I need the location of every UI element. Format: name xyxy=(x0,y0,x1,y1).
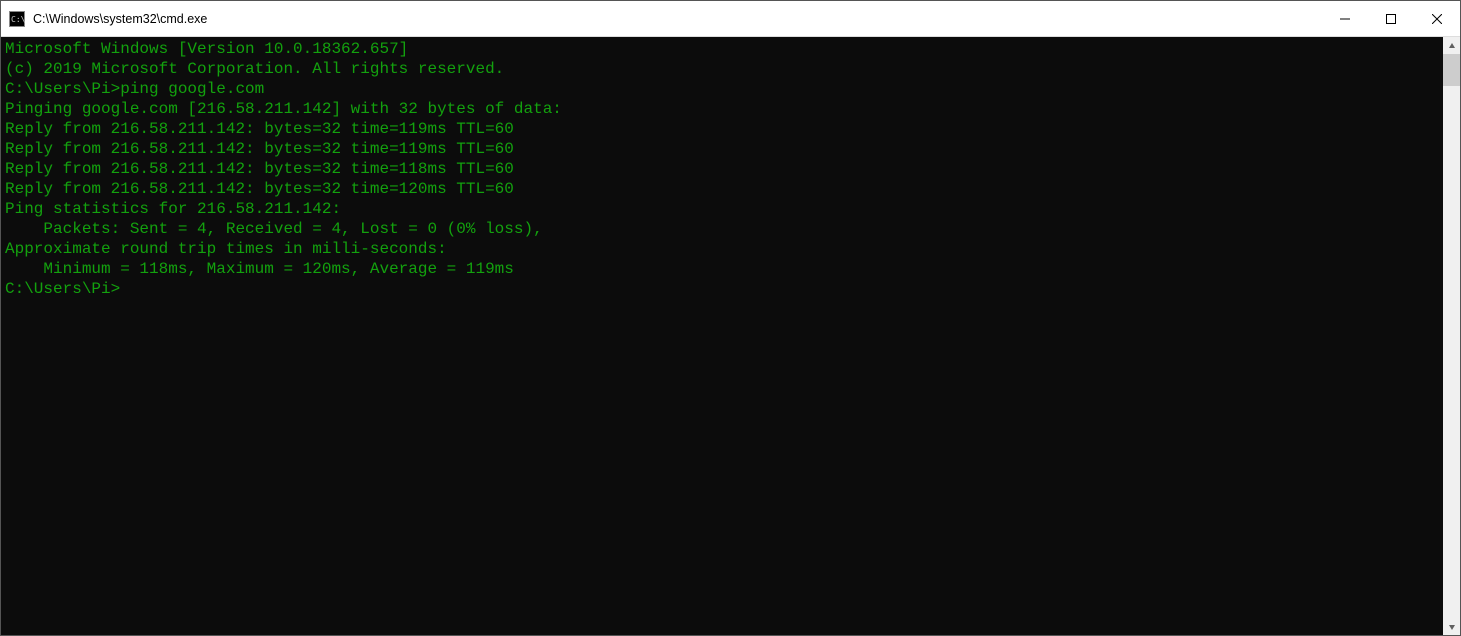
terminal-line: Reply from 216.58.211.142: bytes=32 time… xyxy=(5,139,1439,159)
vertical-scrollbar[interactable] xyxy=(1443,37,1460,635)
scrollbar-track[interactable] xyxy=(1443,54,1460,618)
close-button[interactable] xyxy=(1414,1,1460,37)
terminal-line: Reply from 216.58.211.142: bytes=32 time… xyxy=(5,179,1439,199)
terminal-line: Reply from 216.58.211.142: bytes=32 time… xyxy=(5,159,1439,179)
scrollbar-thumb[interactable] xyxy=(1443,54,1460,86)
scroll-down-button[interactable] xyxy=(1443,618,1460,635)
terminal-line: C:\Users\Pi>ping google.com xyxy=(5,79,1439,99)
terminal-line: Minimum = 118ms, Maximum = 120ms, Averag… xyxy=(5,259,1439,279)
terminal-line: Reply from 216.58.211.142: bytes=32 time… xyxy=(5,119,1439,139)
cmd-icon: C:\ xyxy=(9,11,25,27)
terminal-line: Microsoft Windows [Version 10.0.18362.65… xyxy=(5,39,1439,59)
window-title: C:\Windows\system32\cmd.exe xyxy=(33,12,207,26)
terminal-line: (c) 2019 Microsoft Corporation. All righ… xyxy=(5,59,1439,79)
window-body: Microsoft Windows [Version 10.0.18362.65… xyxy=(1,37,1460,635)
terminal-prompt: C:\Users\Pi> xyxy=(5,279,1439,299)
terminal-line: Packets: Sent = 4, Received = 4, Lost = … xyxy=(5,219,1439,239)
terminal-line: Ping statistics for 216.58.211.142: xyxy=(5,199,1439,219)
maximize-button[interactable] xyxy=(1368,1,1414,37)
minimize-button[interactable] xyxy=(1322,1,1368,37)
scroll-up-button[interactable] xyxy=(1443,37,1460,54)
titlebar[interactable]: C:\ C:\Windows\system32\cmd.exe xyxy=(1,1,1460,37)
terminal-line: Pinging google.com [216.58.211.142] with… xyxy=(5,99,1439,119)
cmd-window: C:\ C:\Windows\system32\cmd.exe Microsof… xyxy=(0,0,1461,636)
terminal-line: Approximate round trip times in milli-se… xyxy=(5,239,1439,259)
svg-text:C:\: C:\ xyxy=(11,15,25,24)
terminal-output[interactable]: Microsoft Windows [Version 10.0.18362.65… xyxy=(1,37,1443,635)
